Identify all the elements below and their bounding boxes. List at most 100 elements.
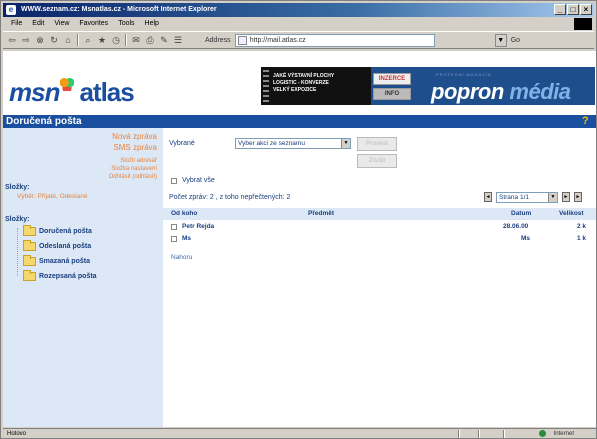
menu-view[interactable]: View xyxy=(54,18,69,30)
ad-button-inzerce[interactable]: INZERCE xyxy=(373,73,411,85)
page-content: msn atlas JAKÉ VÝSTAVNÍ PLOCHY LOGISTIC -… xyxy=(3,51,596,427)
address-label: Address xyxy=(205,36,231,44)
ad-text-block: JAKÉ VÝSTAVNÍ PLOCHY LOGISTIC - KONVERZE… xyxy=(261,67,371,105)
column-from[interactable]: Od koho xyxy=(171,210,197,217)
ad-button-info[interactable]: INFO xyxy=(373,88,411,100)
back-to-top-link[interactable]: Nahoru xyxy=(171,254,192,261)
row-date: 28.06.00 xyxy=(503,223,529,230)
edit-icon[interactable]: ✎ xyxy=(159,35,169,45)
folder-deleted[interactable]: Smazaná pošta xyxy=(23,254,163,267)
menu-edit[interactable]: Edit xyxy=(32,18,44,30)
stop-icon[interactable]: ⊗ xyxy=(35,35,45,45)
action-select-value: Vyber akci ze seznamu xyxy=(238,140,305,147)
row-checkbox[interactable] xyxy=(171,236,177,242)
folder-icon xyxy=(23,224,36,236)
folder-icon xyxy=(23,254,36,266)
favorites-icon[interactable]: ★ xyxy=(97,35,107,45)
ie-icon: e xyxy=(6,5,16,15)
butterfly-icon xyxy=(60,77,75,91)
folder-inbox[interactable]: Doručená pošta xyxy=(23,224,163,237)
refresh-icon[interactable]: ↻ xyxy=(49,35,59,45)
column-date[interactable]: Datum xyxy=(511,210,531,217)
ad-line: JAKÉ VÝSTAVNÍ PLOCHY xyxy=(273,73,335,79)
status-text: Hotovo xyxy=(7,431,27,437)
close-button[interactable]: × xyxy=(580,4,592,15)
folders-heading-2: Složky: xyxy=(5,216,30,223)
page-select[interactable]: Strana 1/1 ▼ xyxy=(496,192,558,203)
ad-brand-1: popron xyxy=(431,79,504,104)
msn-atlas-logo[interactable]: msn atlas xyxy=(9,77,135,108)
row-from[interactable]: Ms xyxy=(182,235,191,242)
status-bar: Hotovo Internet xyxy=(3,428,596,438)
window-controls: _ □ × xyxy=(554,4,592,15)
message-count: Počet zpráv: 2 , z toho nepřečtených: 2 xyxy=(169,194,291,201)
folder-tree-line xyxy=(17,228,18,276)
home-icon[interactable]: ⌂ xyxy=(63,35,73,45)
windows-logo-icon xyxy=(574,18,592,30)
toolbar-separator xyxy=(77,34,79,46)
execute-button[interactable]: Provést xyxy=(357,137,397,151)
address-book-link[interactable]: Složit adresář xyxy=(120,158,157,164)
logout-link[interactable]: Odhlásit (odhlásit) xyxy=(109,174,157,180)
sms-message-link[interactable]: SMS zpráva xyxy=(113,143,157,152)
ad-small-text: PROFESNÍ MAGAZÍN xyxy=(436,72,492,77)
print-icon[interactable]: ⎙ xyxy=(145,35,155,45)
menu-help[interactable]: Help xyxy=(145,18,159,30)
back-icon[interactable]: ⇦ xyxy=(7,35,17,45)
column-size[interactable]: Velikost xyxy=(559,210,584,217)
select-all-label: Vybrat vše xyxy=(182,177,215,184)
forward-icon[interactable]: ⇨ xyxy=(21,35,31,45)
menu-favorites[interactable]: Favorites xyxy=(79,18,108,30)
history-icon[interactable]: ◷ xyxy=(111,35,121,45)
go-button[interactable]: Go xyxy=(511,37,520,44)
folder-label: Rozepsaná pošta xyxy=(39,272,97,280)
cancel-button[interactable]: Zrušit xyxy=(357,154,397,168)
discuss-icon[interactable]: ☰ xyxy=(173,35,183,45)
select-all-checkbox[interactable] xyxy=(171,178,177,184)
settings-link[interactable]: Složka nastavení xyxy=(111,166,157,172)
dropdown-arrow-icon: ▼ xyxy=(548,193,557,202)
row-checkbox[interactable] xyxy=(171,224,177,230)
status-divider xyxy=(503,430,505,438)
toolbar-separator xyxy=(125,34,127,46)
search-icon[interactable]: ⌕ xyxy=(83,35,93,45)
folder-drafts[interactable]: Rozepsaná pošta xyxy=(23,269,163,282)
folders-heading: Složky: xyxy=(5,184,30,191)
folder-sent[interactable]: Odeslaná pošta xyxy=(23,239,163,252)
menu-tools[interactable]: Tools xyxy=(118,18,134,30)
logo-msn: msn xyxy=(9,77,60,107)
internet-zone-icon xyxy=(539,430,546,437)
last-page-button[interactable]: ► xyxy=(574,192,582,202)
action-label: Vybrané xyxy=(169,140,195,147)
table-row[interactable]: Ms Ms 1 k xyxy=(163,233,596,245)
address-bar[interactable]: http://mail.atlas.cz xyxy=(234,33,435,47)
help-icon[interactable]: ? xyxy=(582,115,592,127)
row-date: Ms xyxy=(521,235,531,242)
folders-filter-link[interactable]: Výběr: Přijaté, Odeslané xyxy=(17,193,87,200)
folder-icon xyxy=(23,239,36,251)
next-page-button[interactable]: ► xyxy=(562,192,570,202)
column-subject[interactable]: Předmět xyxy=(308,210,334,217)
logo-atlas: atlas xyxy=(79,77,134,107)
prev-page-button[interactable]: ◄ xyxy=(484,192,492,202)
message-list-panel: Vybrané Vyber akci ze seznamu ▼ Provést … xyxy=(163,128,596,427)
ad-brand: popron média xyxy=(431,79,571,105)
ad-line: VELKÝ EXPOZICE xyxy=(273,87,317,93)
ad-line: LOGISTIC - KONVERZE xyxy=(273,80,329,86)
folder-label: Smazaná pošta xyxy=(39,257,90,265)
sidebar: Nová zpráva SMS zpráva Složit adresář Sl… xyxy=(3,128,163,427)
new-message-link[interactable]: Nová zpráva xyxy=(112,132,157,141)
minimize-button[interactable]: _ xyxy=(554,4,566,15)
mail-icon[interactable]: ✉ xyxy=(131,35,141,45)
status-divider xyxy=(458,430,460,438)
action-select[interactable]: Vyber akci ze seznamu ▼ xyxy=(235,138,351,149)
row-from[interactable]: Petr Rejda xyxy=(182,223,214,230)
table-row[interactable]: Petr Rejda 28.06.00 2 k xyxy=(163,221,596,233)
address-dropdown-icon[interactable]: ▼ xyxy=(494,33,507,47)
advertisement-banner[interactable]: JAKÉ VÝSTAVNÍ PLOCHY LOGISTIC - KONVERZE… xyxy=(261,67,595,105)
menu-bar: File Edit View Favorites Tools Help xyxy=(3,18,594,30)
browser-window: e WWW.seznam.cz: Msnatlas.cz - Microsoft… xyxy=(0,0,597,439)
zone-label: Internet xyxy=(553,431,574,437)
maximize-button[interactable]: □ xyxy=(567,4,579,15)
menu-file[interactable]: File xyxy=(11,18,22,30)
